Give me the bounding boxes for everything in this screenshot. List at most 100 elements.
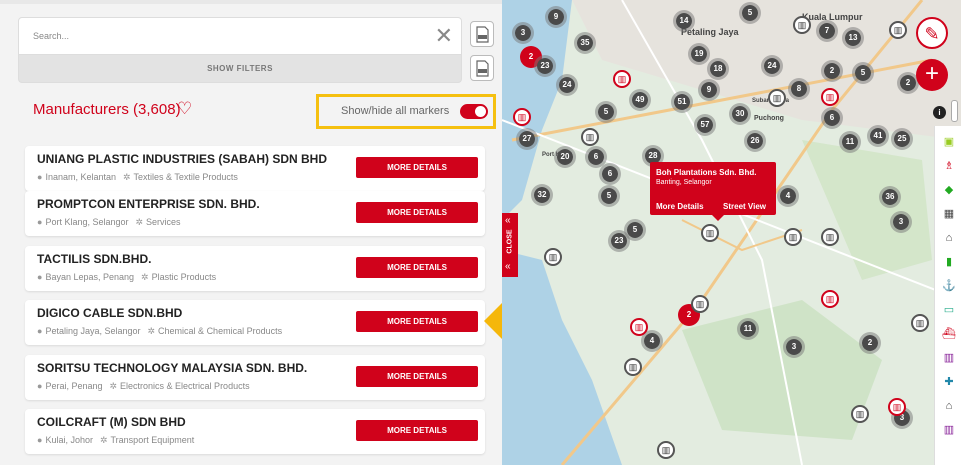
- map-cluster[interactable]: 20: [554, 146, 576, 168]
- map-cluster[interactable]: 5: [598, 185, 620, 207]
- map-cluster[interactable]: 9: [545, 6, 567, 28]
- factory-marker-icon[interactable]: ▥: [793, 16, 811, 34]
- company-location: Kulai, Johor: [45, 435, 93, 445]
- factory-marker-icon[interactable]: ▥: [581, 128, 599, 146]
- map-cluster[interactable]: 9: [698, 79, 720, 101]
- sidebar-scrollbar[interactable]: [951, 100, 958, 122]
- map-cluster[interactable]: 18: [707, 58, 729, 80]
- more-details-button[interactable]: MORE DETAILS: [356, 311, 478, 332]
- more-details-button[interactable]: MORE DETAILS: [356, 202, 478, 223]
- map-cluster[interactable]: 19: [688, 43, 710, 65]
- map-cluster[interactable]: 11: [839, 131, 861, 153]
- show-filters-button[interactable]: SHOW FILTERS: [18, 55, 462, 83]
- map-cluster[interactable]: 3: [783, 336, 805, 358]
- factory-marker-icon[interactable]: ▥: [821, 228, 839, 246]
- map-cluster[interactable]: 11: [737, 318, 759, 340]
- map-cluster[interactable]: 6: [599, 163, 621, 185]
- building-icon[interactable]: ▦: [941, 206, 957, 222]
- map-cluster[interactable]: 2: [859, 332, 881, 354]
- location-pin-icon: ●: [37, 435, 43, 445]
- map-cluster[interactable]: 3: [512, 22, 534, 44]
- search-input[interactable]: [19, 18, 419, 54]
- export-pdf-button[interactable]: [470, 21, 494, 47]
- library-icon[interactable]: ▥: [941, 350, 957, 366]
- hospital-icon[interactable]: ✚: [941, 374, 957, 390]
- factory-marker-icon[interactable]: ▥: [784, 228, 802, 246]
- more-details-button[interactable]: MORE DETAILS: [356, 366, 478, 387]
- edit-button[interactable]: ✎: [916, 17, 948, 49]
- map-cluster[interactable]: 51: [671, 91, 693, 113]
- map-cluster[interactable]: 30: [729, 103, 751, 125]
- more-details-button[interactable]: MORE DETAILS: [356, 420, 478, 441]
- chevron-left-icon: «: [505, 261, 511, 272]
- map-cluster[interactable]: 6: [821, 107, 843, 129]
- info-icon[interactable]: i: [933, 106, 946, 119]
- clear-search-icon[interactable]: ✕: [435, 24, 453, 48]
- bank-icon[interactable]: ⌂: [941, 230, 957, 246]
- map-cluster[interactable]: 4: [777, 185, 799, 207]
- map-cluster[interactable]: 49: [629, 89, 651, 111]
- factory-marker-icon[interactable]: ▥: [888, 398, 906, 416]
- factory-marker-icon[interactable]: ▥: [513, 108, 531, 126]
- factory-marker-icon[interactable]: ▥: [657, 441, 675, 459]
- map-cluster[interactable]: 2: [821, 60, 843, 82]
- map-cluster[interactable]: 24: [761, 55, 783, 77]
- rail-icon[interactable]: ▭: [941, 302, 957, 318]
- more-details-button[interactable]: MORE DETAILS: [356, 257, 478, 278]
- map-cluster[interactable]: 23: [608, 230, 630, 252]
- map-cluster[interactable]: 57: [694, 114, 716, 136]
- map-cluster[interactable]: 14: [673, 10, 695, 32]
- company-category: Textiles & Textile Products: [133, 172, 238, 182]
- close-panel-tab[interactable]: « CLOSE «: [502, 213, 518, 277]
- factory-marker-icon[interactable]: ▥: [851, 405, 869, 423]
- location-pin-icon: ●: [37, 217, 43, 227]
- train-icon[interactable]: ▣: [941, 134, 957, 150]
- map-view[interactable]: Petaling Jaya Kuala Lumpur Port Klang Pu…: [502, 0, 961, 465]
- map-cluster[interactable]: 5: [595, 101, 617, 123]
- factory-marker-icon[interactable]: ▥: [768, 89, 786, 107]
- factory-marker-icon[interactable]: ▥: [911, 314, 929, 332]
- add-button[interactable]: +: [916, 59, 948, 91]
- factory-marker-icon[interactable]: ▥: [889, 21, 907, 39]
- popup-more-details-link[interactable]: More Details: [656, 202, 704, 211]
- map-cluster[interactable]: 5: [739, 2, 761, 24]
- factory-marker-icon[interactable]: ▥: [701, 224, 719, 242]
- map-cluster[interactable]: 26: [744, 130, 766, 152]
- excel-file-icon: [476, 60, 489, 77]
- map-cluster[interactable]: 35: [574, 32, 596, 54]
- factory-marker-icon[interactable]: ▥: [630, 318, 648, 336]
- map-cluster[interactable]: 24: [556, 74, 578, 96]
- map-cluster[interactable]: 13: [842, 27, 864, 49]
- factory-marker-icon[interactable]: ▥: [821, 290, 839, 308]
- map-cluster[interactable]: 41: [867, 125, 889, 147]
- export-excel-button[interactable]: [470, 55, 494, 81]
- map-cluster[interactable]: 8: [788, 78, 810, 100]
- park-icon[interactable]: ▮: [941, 254, 957, 270]
- factory-marker-icon[interactable]: ▥: [821, 88, 839, 106]
- map-cluster[interactable]: 27: [516, 128, 538, 150]
- map-cluster[interactable]: 7: [816, 20, 838, 42]
- map-cluster[interactable]: 36: [879, 186, 901, 208]
- factory-marker-icon[interactable]: ▥: [544, 248, 562, 266]
- show-hide-markers-toggle[interactable]: [460, 104, 488, 119]
- factory-marker-icon[interactable]: ▥: [624, 358, 642, 376]
- government-icon[interactable]: ⌂: [941, 398, 957, 414]
- playground-icon[interactable]: ♗: [941, 158, 957, 174]
- map-cluster[interactable]: 23: [534, 55, 556, 77]
- company-category: Chemical & Chemical Products: [158, 326, 283, 336]
- map-cluster[interactable]: 32: [531, 184, 553, 206]
- factory-marker-icon[interactable]: ▥: [613, 70, 631, 88]
- school-icon[interactable]: ◆: [941, 182, 957, 198]
- popup-street-view-link[interactable]: Street View: [723, 202, 766, 211]
- port-icon[interactable]: ⚓: [941, 278, 957, 294]
- map-cluster[interactable]: 3: [890, 211, 912, 233]
- company-location: Petaling Jaya, Selangor: [45, 326, 141, 336]
- map-cluster[interactable]: 25: [891, 128, 913, 150]
- heart-icon[interactable]: ♡: [177, 99, 192, 119]
- more-details-button[interactable]: MORE DETAILS: [356, 157, 478, 178]
- map-cluster[interactable]: 5: [852, 62, 874, 84]
- company-name: SORITSU TECHNOLOGY MALAYSIA SDN. BHD.: [37, 361, 308, 375]
- books-icon[interactable]: ▥: [941, 422, 957, 438]
- ship-icon[interactable]: ⛴: [941, 326, 957, 342]
- factory-marker-icon[interactable]: ▥: [691, 295, 709, 313]
